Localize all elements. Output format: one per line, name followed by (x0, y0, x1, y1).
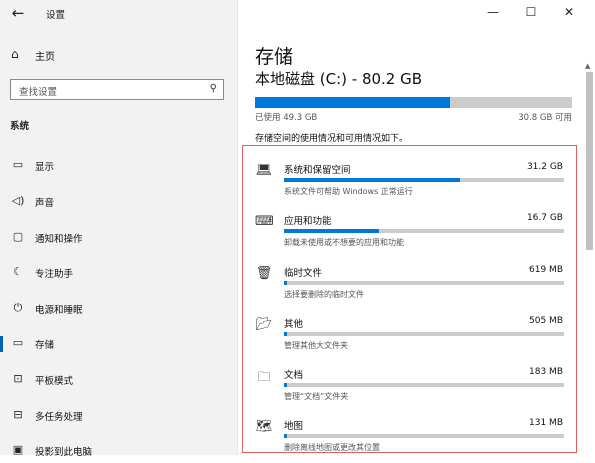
category-size: 619 MB (529, 265, 563, 275)
category-name: 其他 (284, 319, 304, 330)
tablet-icon: ⊡ (13, 372, 23, 385)
category-description: 选择要删除的临时文件 (284, 290, 364, 299)
home-icon: ⌂ (11, 47, 19, 61)
back-button[interactable]: ← (8, 4, 28, 22)
storage-category-system[interactable]: 💻︎ 系统和保留空间 31.2 GB 系统文件可帮助 Windows 正常运行 (255, 159, 565, 203)
speaker-icon: ◁) (11, 194, 25, 207)
category-name: 文档 (284, 370, 304, 381)
sidebar-item-label: 存储 (35, 340, 55, 351)
documents-folder-icon: 🗀 (257, 370, 271, 385)
back-arrow-icon: ← (11, 4, 25, 22)
sidebar-item-sound[interactable]: ◁) 声音 (0, 190, 237, 214)
category-bar (284, 434, 564, 438)
search-placeholder: 查找设置 (19, 87, 58, 98)
storage-icon: ▭ (12, 336, 24, 349)
sidebar-item-label: 平板模式 (35, 376, 74, 387)
sidebar-item-notifications[interactable]: ▢ 通知和操作 (0, 226, 237, 250)
scrollbar-thumb[interactable] (586, 72, 593, 250)
power-icon: ⏻ (13, 301, 23, 314)
maximize-icon[interactable]: ☐ (521, 5, 541, 19)
sidebar-item-focus-assist[interactable]: ☾ 专注助手 (0, 261, 237, 285)
free-label: 30.8 GB 可用 (518, 113, 572, 123)
category-description: 卸载未使用或不想要的应用和功能 (284, 238, 404, 247)
category-name: 系统和保留空间 (284, 165, 351, 176)
storage-category-apps[interactable]: ⌨ 应用和功能 16.7 GB 卸载未使用或不想要的应用和功能 (255, 210, 565, 254)
home-label: 主页 (35, 52, 55, 63)
close-icon[interactable]: ✕ (559, 5, 579, 19)
category-bar-fill (284, 383, 288, 387)
category-description: 系统文件可帮助 Windows 正常运行 (284, 187, 413, 196)
sidebar-item-label: 电源和睡眠 (35, 305, 83, 316)
category-description: 管理其他大文件夹 (284, 341, 348, 350)
sidebar-item-label: 多任务处理 (35, 412, 83, 423)
display-icon: ▭ (12, 158, 24, 171)
disk-usage-bar (255, 97, 572, 108)
sidebar-item-multitasking[interactable]: ⊟ 多任务处理 (0, 404, 237, 428)
sidebar-item-storage[interactable]: ▭ 存储 (0, 332, 237, 356)
category-bar (284, 332, 564, 336)
sidebar-item-label: 声音 (35, 198, 55, 209)
trash-icon: 🗑︎ (255, 266, 273, 281)
category-bar (284, 229, 564, 233)
category-bar-fill (284, 281, 288, 285)
page-title: 存储 (255, 46, 294, 68)
category-name: 应用和功能 (284, 216, 332, 227)
search-icon: ⚲ (209, 83, 217, 94)
category-size: 183 MB (529, 367, 563, 377)
keyboard-icon: ⌨ (255, 214, 274, 229)
sidebar-item-power[interactable]: ⏻ 电源和睡眠 (0, 297, 237, 321)
storage-category-documents[interactable]: 🗀 文档 183 MB 管理“文档”文件夹 (255, 364, 565, 408)
usage-description: 存储空间的使用情况和可用情况如下。 (255, 134, 409, 144)
laptop-icon: 💻︎ (255, 163, 273, 178)
storage-category-other[interactable]: 📂︎ 其他 505 MB 管理其他大文件夹 (255, 313, 565, 357)
section-label: 系统 (10, 121, 30, 132)
category-size: 31.2 GB (526, 162, 563, 172)
category-size: 505 MB (529, 316, 563, 326)
disk-title: 本地磁盘 (C:) - 80.2 GB (255, 70, 423, 88)
storage-category-temp[interactable]: 🗑︎ 临时文件 619 MB 选择要删除的临时文件 (255, 262, 565, 306)
category-bar (284, 383, 564, 387)
search-input[interactable]: 查找设置 ⚲ (10, 79, 224, 100)
sidebar-item-label: 显示 (35, 162, 55, 173)
project-icon: ▣ (12, 443, 24, 456)
sidebar: ← 设置 ⌂ 主页 查找设置 ⚲ 系统 ▭ 显示 ◁) 声音 ▢ 通知和操作 ☾… (0, 0, 238, 458)
category-bar-fill (284, 434, 288, 438)
sidebar-item-home[interactable]: ⌂ 主页 (0, 43, 237, 67)
category-description: 删除离线地图或更改其位置 (284, 443, 380, 452)
category-name: 地图 (284, 421, 304, 432)
active-indicator (0, 336, 3, 352)
folder-open-icon: 📂︎ (255, 317, 273, 332)
category-bar (284, 178, 564, 182)
category-description: 管理“文档”文件夹 (284, 392, 349, 401)
category-name: 临时文件 (284, 268, 323, 279)
category-bar-fill (284, 178, 461, 182)
app-title: 设置 (46, 10, 66, 21)
sidebar-item-display[interactable]: ▭ 显示 (0, 154, 237, 178)
window-controls: — ☐ ✕ (475, 0, 595, 28)
storage-category-maps[interactable]: 🗺︎ 地图 131 MB 删除离线地图或更改其位置 (255, 415, 565, 459)
moon-icon: ☾ (13, 265, 23, 278)
sidebar-item-project[interactable]: ▣ 投影到此电脑 (0, 439, 237, 463)
category-bar-fill (284, 332, 288, 336)
category-bar (284, 281, 564, 285)
map-icon: 🗺︎ (255, 419, 273, 434)
category-bar-fill (284, 229, 380, 233)
sidebar-item-label: 通知和操作 (35, 234, 83, 245)
sidebar-topbar: ← 设置 (0, 0, 237, 28)
sidebar-item-tablet[interactable]: ⊡ 平板模式 (0, 368, 237, 392)
used-label: 已使用 49.3 GB (255, 113, 318, 123)
sidebar-item-label: 投影到此电脑 (35, 447, 93, 458)
minimize-icon[interactable]: — (483, 5, 503, 19)
notification-icon: ▢ (12, 230, 24, 243)
category-size: 131 MB (529, 418, 563, 428)
sidebar-item-label: 专注助手 (35, 269, 74, 280)
disk-usage-fill (255, 97, 450, 108)
scroll-up-arrow-icon[interactable]: ▲ (585, 62, 590, 70)
multitask-icon: ⊟ (13, 408, 23, 421)
category-size: 16.7 GB (526, 213, 563, 223)
